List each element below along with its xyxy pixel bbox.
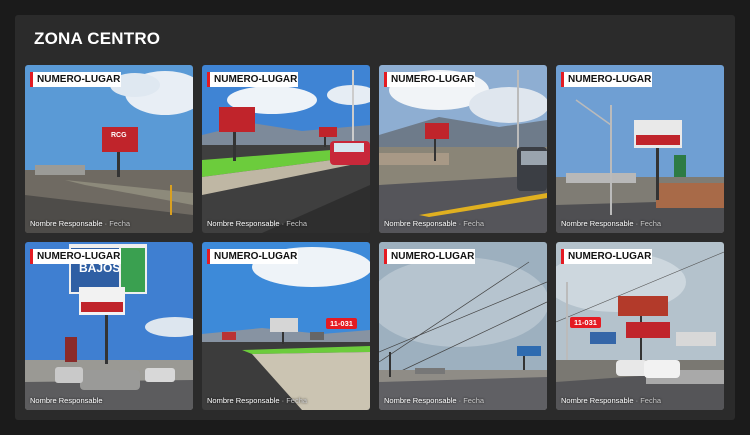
location-label: NUMERO-LUGAR [207, 72, 298, 87]
photo-card[interactable]: BAJOS NUMERO-LUGAR Nombre Responsable [25, 242, 193, 410]
responsible-name: Nombre Responsable [207, 219, 280, 228]
card-footer: Nombre Responsable · Fecha [384, 396, 484, 405]
location-label: NUMERO-LUGAR [384, 72, 475, 87]
billboard-logo: RCG [111, 132, 127, 139]
card-footer: Nombre Responsable · Fecha [207, 396, 307, 405]
responsible-name: Nombre Responsable [384, 396, 457, 405]
responsible-name: Nombre Responsable [561, 219, 634, 228]
card-footer: Nombre Responsable · Fecha [207, 219, 307, 228]
responsible-name: Nombre Responsable [30, 219, 103, 228]
date-text: Fecha [463, 396, 485, 405]
location-label: NUMERO-LUGAR [30, 249, 121, 264]
location-label: NUMERO-LUGAR [561, 72, 652, 87]
date-text: Fecha [286, 219, 308, 228]
card-footer: Nombre Responsable · Fecha [561, 396, 661, 405]
date-text: Fecha [286, 396, 308, 405]
location-label: NUMERO-LUGAR [384, 249, 475, 264]
photo-card[interactable]: 11-031 NUMERO-LUGAR Nombre Responsable ·… [202, 242, 370, 410]
photo-card[interactable]: NUMERO-LUGAR Nombre Responsable · Fecha [202, 65, 370, 233]
card-footer: Nombre Responsable · Fecha [561, 219, 661, 228]
zone-panel: ZONA CENTRO RCG NUMERO-LUGAR Nombre Resp… [15, 15, 735, 420]
zone-title: ZONA CENTRO [34, 29, 161, 48]
billboard-photo [202, 65, 370, 233]
location-label: NUMERO-LUGAR [207, 249, 298, 264]
billboard-photo [379, 65, 547, 233]
location-label: NUMERO-LUGAR [561, 249, 652, 264]
responsible-name: Nombre Responsable [561, 396, 634, 405]
photo-grid: RCG NUMERO-LUGAR Nombre Responsable · Fe… [25, 65, 725, 410]
date-text: Fecha [640, 219, 662, 228]
responsible-name: Nombre Responsable [384, 219, 457, 228]
billboard-photo: RCG [25, 65, 193, 233]
site-number-badge: 11-031 [326, 318, 357, 329]
card-footer: Nombre Responsable [30, 396, 103, 405]
photo-card[interactable]: RCG NUMERO-LUGAR Nombre Responsable · Fe… [25, 65, 193, 233]
photo-card[interactable]: NUMERO-LUGAR Nombre Responsable · Fecha [379, 65, 547, 233]
location-label: NUMERO-LUGAR [30, 72, 121, 87]
billboard-photo [379, 242, 547, 410]
responsible-name: Nombre Responsable [207, 396, 280, 405]
billboard-photo [556, 65, 724, 233]
photo-card[interactable]: NUMERO-LUGAR Nombre Responsable · Fecha [556, 65, 724, 233]
billboard-photo: BAJOS [25, 242, 193, 410]
date-text: Fecha [463, 219, 485, 228]
date-text: Fecha [640, 396, 662, 405]
photo-card[interactable]: NUMERO-LUGAR Nombre Responsable · Fecha [379, 242, 547, 410]
site-number-badge: 11-031 [570, 317, 601, 328]
date-text: Fecha [109, 219, 131, 228]
responsible-name: Nombre Responsable [30, 396, 103, 405]
card-footer: Nombre Responsable · Fecha [384, 219, 484, 228]
card-footer: Nombre Responsable · Fecha [30, 219, 130, 228]
photo-card[interactable]: 11-031 NUMERO-LUGAR Nombre Responsable ·… [556, 242, 724, 410]
